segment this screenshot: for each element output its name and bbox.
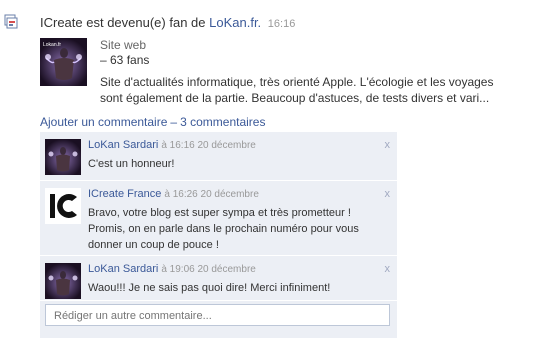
story-action-text: est devenu(e) fan de [82,15,210,30]
comment-text: C'est un honneur! [88,158,175,170]
comment-text: Waou!!! Je ne sais pas quoi dire! Merci … [88,282,331,294]
comment-header: LoKan Sardari à 19:06 20 décembre [88,263,256,275]
comment-header: ICreate France à 16:26 20 décembre [88,188,259,200]
comments-count-link[interactable]: 3 commentaires [180,115,265,129]
comments-list: LoKan Sardari à 16:16 20 décembre C'est u… [40,132,397,338]
story-headline: ICreate est devenu(e) fan de LoKan.fr. 1… [40,15,295,30]
actions-separator: – [170,115,178,129]
new-comment-box[interactable] [45,304,390,326]
delete-comment-icon[interactable]: x [385,139,391,151]
avatar[interactable] [45,139,81,175]
thumb-logo-text: Lokan.fr [43,42,61,48]
comment-timestamp: à 19:06 20 décembre [161,264,256,275]
comment-author[interactable]: LoKan Sardari [88,139,158,151]
page-category: Site web [100,38,147,52]
page-info: Site web – 63 fans Site d'actualités inf… [100,38,520,106]
delete-comment-icon[interactable]: x [385,263,391,275]
page-description: Site d'actualités informatique, très ori… [100,75,494,105]
comment-item: LoKan Sardari à 16:16 20 décembre C'est u… [40,132,397,181]
comment-header: LoKan Sardari à 16:16 20 décembre [88,139,256,151]
page-thumbnail[interactable]: Lokan.fr [40,38,87,86]
comment-timestamp: à 16:26 20 décembre [164,189,259,200]
feed-story: ICreate est devenu(e) fan de LoKan.fr. 1… [0,0,533,342]
comment-timestamp: à 16:16 20 décembre [161,140,256,151]
actor-name[interactable]: ICreate [40,15,83,30]
comment-item: ICreate France à 16:26 20 décembre Bravo,… [40,181,397,256]
page-fans-count: – 63 fans [100,53,150,67]
fan-page-icon [4,14,18,29]
story-actions: Ajouter un commentaire –3 commentaires [40,115,265,129]
new-comment-input[interactable] [52,306,386,326]
avatar[interactable] [45,263,81,299]
page-link[interactable]: LoKan.fr. [209,15,261,30]
comment-author[interactable]: ICreate France [88,188,161,200]
avatar[interactable] [45,188,81,224]
comment-item: LoKan Sardari à 19:06 20 décembre Waou!!!… [40,256,397,301]
delete-comment-icon[interactable]: x [385,188,391,200]
comment-author[interactable]: LoKan Sardari [88,263,158,275]
add-comment-link[interactable]: Ajouter un commentaire [40,115,167,129]
comment-text: Bravo, votre blog est super sympa et trè… [88,207,359,251]
story-timestamp[interactable]: 16:16 [268,18,296,30]
